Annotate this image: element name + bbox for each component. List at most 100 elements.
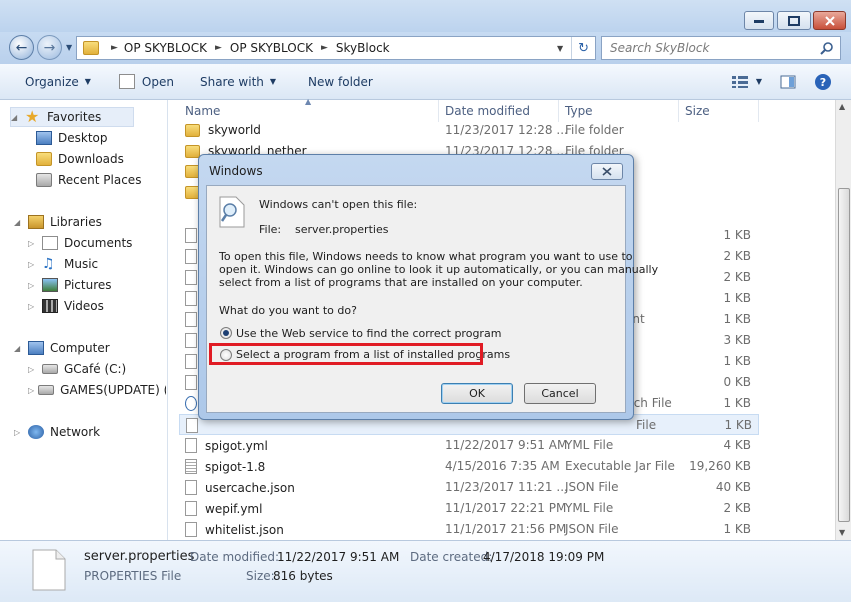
file-type: YML File: [565, 438, 614, 452]
breadcrumb-item[interactable]: OP SKYBLOCK: [230, 41, 313, 55]
dialog-heading: Windows can't open this file:: [259, 198, 418, 211]
column-header-date[interactable]: Date modified: [439, 100, 559, 122]
scroll-up-icon[interactable]: ▲: [839, 102, 845, 111]
nav-label: Downloads: [58, 152, 124, 166]
details-file-name: server.properties: [84, 549, 195, 564]
svg-text:?: ?: [820, 76, 826, 89]
preview-pane-button[interactable]: [771, 71, 805, 93]
nav-videos[interactable]: ▷ Videos: [28, 296, 104, 316]
file-row[interactable]: spigot.yml 11/22/2017 9:51 AM YML File 4…: [179, 435, 759, 456]
address-history-dropdown-icon[interactable]: ▼: [557, 44, 563, 53]
expand-icon[interactable]: ▷: [28, 386, 34, 395]
close-icon: [602, 167, 612, 176]
folder-icon: [83, 41, 99, 55]
breadcrumb-separator-icon: ►: [215, 43, 222, 53]
column-header-size[interactable]: Size: [679, 100, 759, 122]
file-row[interactable]: skyworld 11/23/2017 12:28 ... File folde…: [179, 120, 759, 141]
help-button[interactable]: ?: [805, 71, 841, 93]
expand-icon[interactable]: ▷: [28, 302, 38, 311]
minimize-icon: [754, 19, 764, 23]
nav-label: Network: [50, 425, 101, 439]
nav-computer[interactable]: ◢ Computer: [14, 338, 110, 358]
share-with-button[interactable]: Share with ▼: [191, 71, 285, 93]
nav-drive-e[interactable]: ▷ GAMES(UPDATE) (E:: [28, 380, 166, 400]
file-type: File folder: [565, 123, 624, 137]
nav-documents[interactable]: ▷ Documents: [28, 233, 132, 253]
close-window-button[interactable]: [813, 11, 846, 30]
organize-label: Organize: [25, 74, 79, 89]
dialog-explanation-line: To open this file, Windows needs to know…: [219, 250, 633, 263]
breadcrumb-item[interactable]: SkyBlock: [336, 41, 390, 55]
column-header-name[interactable]: Name: [179, 100, 439, 122]
search-box[interactable]: Search SkyBlock: [601, 36, 841, 60]
file-type: JSON File: [565, 522, 619, 536]
expand-icon[interactable]: ▷: [28, 281, 38, 290]
file-row[interactable]: whitelist.json 11/1/2017 21:56 PM JSON F…: [179, 519, 759, 540]
file-row[interactable]: wepif.yml 11/1/2017 22:21 PM YML File 2 …: [179, 498, 759, 519]
scroll-down-icon[interactable]: ▼: [839, 528, 845, 537]
file-name: spigot-1.8: [205, 459, 266, 474]
hard-drive-icon: [38, 385, 55, 395]
open-button[interactable]: Open: [110, 71, 183, 93]
radio-web-service[interactable]: [220, 327, 232, 339]
file-icon: [185, 354, 197, 369]
nav-favorites[interactable]: ◢ ★ Favorites: [10, 107, 134, 127]
recent-pages-dropdown-icon[interactable]: ▼: [66, 43, 72, 52]
change-view-button[interactable]: ▼: [723, 71, 771, 93]
nav-label: Documents: [64, 236, 133, 250]
search-input[interactable]: Search SkyBlock: [610, 41, 820, 55]
nav-music[interactable]: ▷ ♫ Music: [28, 254, 98, 274]
scrollbar-thumb[interactable]: [838, 188, 850, 522]
nav-desktop[interactable]: Desktop: [36, 128, 108, 148]
expand-icon[interactable]: ▷: [28, 260, 38, 269]
cancel-button[interactable]: Cancel: [524, 383, 596, 404]
expand-icon[interactable]: ◢: [11, 113, 21, 122]
column-label: Name: [185, 104, 221, 118]
ok-button[interactable]: OK: [441, 383, 513, 404]
file-row[interactable]: usercache.json 11/23/2017 11:21 ... JSON…: [179, 477, 759, 498]
vertical-scrollbar[interactable]: ▲ ▼: [835, 100, 851, 540]
new-folder-button[interactable]: New folder: [299, 71, 382, 93]
nav-libraries[interactable]: ◢ Libraries: [14, 212, 102, 232]
search-icon[interactable]: [820, 41, 834, 55]
minimize-button[interactable]: [744, 11, 774, 30]
nav-pictures[interactable]: ▷ Pictures: [28, 275, 112, 295]
back-button[interactable]: ←: [9, 35, 34, 60]
organize-button[interactable]: Organize ▼: [16, 71, 100, 93]
folder-icon: [185, 144, 200, 158]
dialog-close-button[interactable]: [591, 163, 623, 180]
dialog-title: Windows: [209, 164, 263, 178]
expand-icon[interactable]: ◢: [14, 344, 24, 353]
file-icon: [185, 333, 197, 348]
nav-recent-places[interactable]: Recent Places: [36, 170, 141, 190]
nav-network[interactable]: ▷ Network: [14, 422, 100, 442]
refresh-icon: ↻: [578, 40, 589, 56]
nav-drive-c[interactable]: ▷ GCafé (C:): [28, 359, 126, 379]
dialog-file-label: File:: [259, 223, 282, 236]
file-size: 2 KB: [723, 501, 751, 515]
maximize-button[interactable]: [777, 11, 811, 30]
dialog-body: Windows can't open this file: File: serv…: [206, 185, 658, 413]
pictures-icon: [42, 278, 58, 292]
maximize-icon: [788, 15, 800, 26]
file-icon: [185, 270, 197, 285]
expand-icon[interactable]: ▷: [28, 365, 38, 374]
expand-icon[interactable]: ◢: [14, 218, 24, 227]
file-row[interactable]: spigot-1.8 4/15/2016 7:35 AM Executable …: [179, 456, 759, 477]
expand-icon[interactable]: ▷: [14, 428, 24, 437]
refresh-button[interactable]: ↻: [571, 37, 595, 59]
address-bar[interactable]: ► OP SKYBLOCK ► OP SKYBLOCK ► SkyBlock ▼…: [76, 36, 596, 60]
nav-downloads[interactable]: Downloads: [36, 149, 124, 169]
file-icon: [185, 501, 197, 516]
libraries-icon: [28, 215, 44, 229]
share-with-label: Share with: [199, 74, 264, 89]
details-modified-label: Date modified:: [190, 550, 280, 564]
nav-label: Music: [64, 257, 99, 271]
option-web-service-label[interactable]: Use the Web service to find the correct …: [236, 327, 501, 340]
expand-icon[interactable]: ▷: [28, 239, 38, 248]
desktop-icon: [36, 131, 52, 145]
highlight-annotation: [209, 343, 483, 365]
forward-button[interactable]: →: [37, 35, 62, 60]
column-header-type[interactable]: Type: [559, 100, 679, 122]
breadcrumb-item[interactable]: OP SKYBLOCK: [124, 41, 207, 55]
